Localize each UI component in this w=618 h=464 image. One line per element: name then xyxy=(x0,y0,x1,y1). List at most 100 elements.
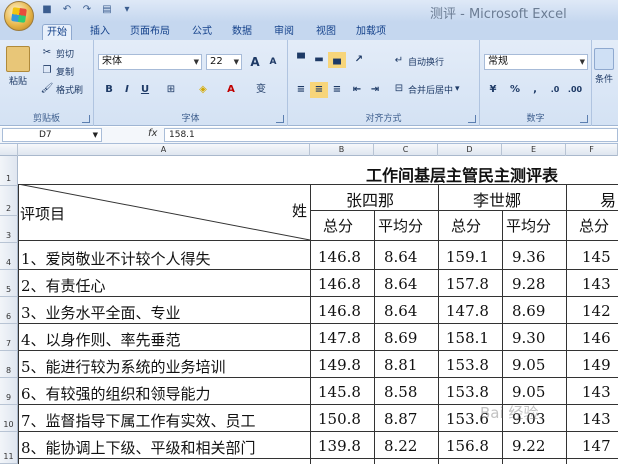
percent-button[interactable]: % xyxy=(506,82,524,98)
item-cell[interactable]: 4、以身作则、率先垂范 xyxy=(21,329,309,350)
total-cell[interactable]: 146.8 xyxy=(318,275,361,293)
average-cell[interactable]: 9.28 xyxy=(512,275,545,293)
row-header[interactable]: 2 xyxy=(0,186,18,216)
total-cell[interactable]: 156.8 xyxy=(446,437,489,455)
subheader-average[interactable]: 平均分 xyxy=(506,215,551,236)
average-cell[interactable]: 9.05 xyxy=(512,356,545,374)
tab-addins[interactable]: 加载项 xyxy=(352,24,390,40)
align-center-icon[interactable]: ≡ xyxy=(310,82,328,98)
total-cell[interactable]: 153.8 xyxy=(446,383,489,401)
tab-formulas[interactable]: 公式 xyxy=(188,24,216,40)
clipboard-launcher-icon[interactable] xyxy=(82,115,90,123)
total-cell[interactable]: 149.8 xyxy=(318,356,361,374)
total-cell[interactable]: 159.1 xyxy=(446,248,489,266)
total-cell[interactable]: 150.8 xyxy=(318,410,361,428)
average-cell[interactable]: 8.64 xyxy=(384,248,417,266)
comma-button[interactable]: , xyxy=(526,82,544,98)
item-cell[interactable]: 1、爱岗敬业不计较个人得失 xyxy=(21,248,309,269)
total-cell[interactable]: 158.1 xyxy=(446,329,489,347)
subheader-total[interactable]: 总分 xyxy=(323,215,353,236)
font-launcher-icon[interactable] xyxy=(276,115,284,123)
qat-dropdown-icon[interactable]: ▾ xyxy=(120,3,134,17)
column-header-d[interactable]: D xyxy=(438,144,502,156)
total-cell[interactable]: 143 xyxy=(582,410,611,428)
row-header[interactable]: 4 xyxy=(0,243,18,270)
total-cell[interactable]: 147.8 xyxy=(318,329,361,347)
undo-icon[interactable]: ↶ xyxy=(60,3,74,17)
wrap-text-button[interactable]: ↵ 自动换行 xyxy=(392,54,444,68)
item-cell[interactable]: 3、业务水平全面、专业 xyxy=(21,302,309,323)
save-icon[interactable]: ■ xyxy=(40,3,54,17)
office-button[interactable] xyxy=(4,1,34,31)
person-name-3[interactable]: 易 xyxy=(600,187,616,211)
total-cell[interactable]: 143 xyxy=(582,275,611,293)
decrease-indent-icon[interactable]: ⇤ xyxy=(348,82,366,98)
subheader-total[interactable]: 总分 xyxy=(451,215,481,236)
phonetic-icon[interactable]: 变 xyxy=(252,82,270,98)
orientation-icon[interactable]: ↗ xyxy=(350,52,368,68)
currency-icon[interactable]: ¥ xyxy=(484,82,502,98)
column-header-b[interactable]: B xyxy=(310,144,374,156)
average-cell[interactable]: 9.30 xyxy=(512,329,545,347)
average-cell[interactable]: 8.64 xyxy=(384,302,417,320)
total-cell[interactable]: 142 xyxy=(582,302,611,320)
total-cell[interactable]: 143 xyxy=(582,383,611,401)
person-name-2[interactable]: 李世娜 xyxy=(473,187,521,211)
font-size-select[interactable]: 22 ▼ xyxy=(206,54,242,70)
row-header[interactable]: 1 xyxy=(0,156,18,186)
row-header[interactable]: 9 xyxy=(0,378,18,405)
grow-font-button[interactable]: A xyxy=(246,54,264,70)
print-preview-icon[interactable]: ▤ xyxy=(100,3,114,17)
row-header[interactable]: 10 xyxy=(0,405,18,432)
item-cell[interactable]: 8、能协调上下级、平级和相关部门 xyxy=(21,437,309,458)
average-cell[interactable]: 8.58 xyxy=(384,383,417,401)
person-name-1[interactable]: 张四那 xyxy=(346,187,394,211)
select-all-button[interactable] xyxy=(0,144,18,156)
row-header[interactable]: 8 xyxy=(0,351,18,378)
merge-center-button[interactable]: ⊟ 合并后居中 ▾ xyxy=(392,82,460,96)
tab-home[interactable]: 开始 xyxy=(42,24,72,40)
tab-page-layout[interactable]: 页面布局 xyxy=(126,24,174,40)
total-cell[interactable]: 157.8 xyxy=(446,275,489,293)
tab-view[interactable]: 视图 xyxy=(312,24,340,40)
item-cell[interactable]: 6、有较强的组织和领导能力 xyxy=(21,383,309,404)
borders-icon[interactable]: ⊞ xyxy=(162,82,180,98)
average-cell[interactable]: 9.22 xyxy=(512,437,545,455)
item-cell[interactable]: 5、能进行较为系统的业务培训 xyxy=(21,356,309,377)
sheet-title[interactable]: 工作间基层主管民主测评表 xyxy=(366,162,558,186)
average-cell[interactable]: 8.87 xyxy=(384,410,417,428)
italic-button[interactable]: I xyxy=(118,82,136,98)
alignment-launcher-icon[interactable] xyxy=(468,115,476,123)
format-painter-button[interactable]: 🖌 格式刷 xyxy=(40,82,83,96)
column-header-f[interactable]: F xyxy=(566,144,618,156)
increase-indent-icon[interactable]: ⇥ xyxy=(366,82,384,98)
average-cell[interactable]: 9.05 xyxy=(512,383,545,401)
total-cell[interactable]: 153.8 xyxy=(446,356,489,374)
average-cell[interactable]: 8.22 xyxy=(384,437,417,455)
column-header-e[interactable]: E xyxy=(502,144,566,156)
increase-decimal-icon[interactable]: .0 xyxy=(546,82,564,98)
copy-button[interactable]: ❐ 复制 xyxy=(40,64,75,78)
align-bottom-icon[interactable]: ▄ xyxy=(328,52,346,68)
item-cell[interactable]: 7、监督指导下属工作有实效、员工 xyxy=(21,410,309,431)
shrink-font-button[interactable]: A xyxy=(264,54,282,70)
tab-insert[interactable]: 插入 xyxy=(86,24,114,40)
column-header-a[interactable]: A xyxy=(18,144,310,156)
number-format-select[interactable]: 常规 ▼ xyxy=(484,54,588,70)
tab-data[interactable]: 数据 xyxy=(228,24,256,40)
total-cell[interactable]: 145 xyxy=(582,248,611,266)
fill-color-icon[interactable]: ◈ xyxy=(194,82,212,98)
font-color-icon[interactable]: A xyxy=(222,82,240,98)
row-header[interactable]: 5 xyxy=(0,270,18,297)
font-name-select[interactable]: 宋体 ▼ xyxy=(98,54,202,70)
total-cell[interactable]: 147 xyxy=(582,437,611,455)
name-header[interactable]: 姓 xyxy=(292,200,307,221)
tab-review[interactable]: 审阅 xyxy=(270,24,298,40)
number-launcher-icon[interactable] xyxy=(580,115,588,123)
name-box[interactable]: D7 ▼ xyxy=(2,128,102,142)
average-cell[interactable]: 8.69 xyxy=(512,302,545,320)
average-cell[interactable]: 8.81 xyxy=(384,356,417,374)
total-cell[interactable]: 146.8 xyxy=(318,302,361,320)
total-cell[interactable]: 149 xyxy=(582,356,611,374)
align-top-icon[interactable]: ▀ xyxy=(292,52,310,68)
